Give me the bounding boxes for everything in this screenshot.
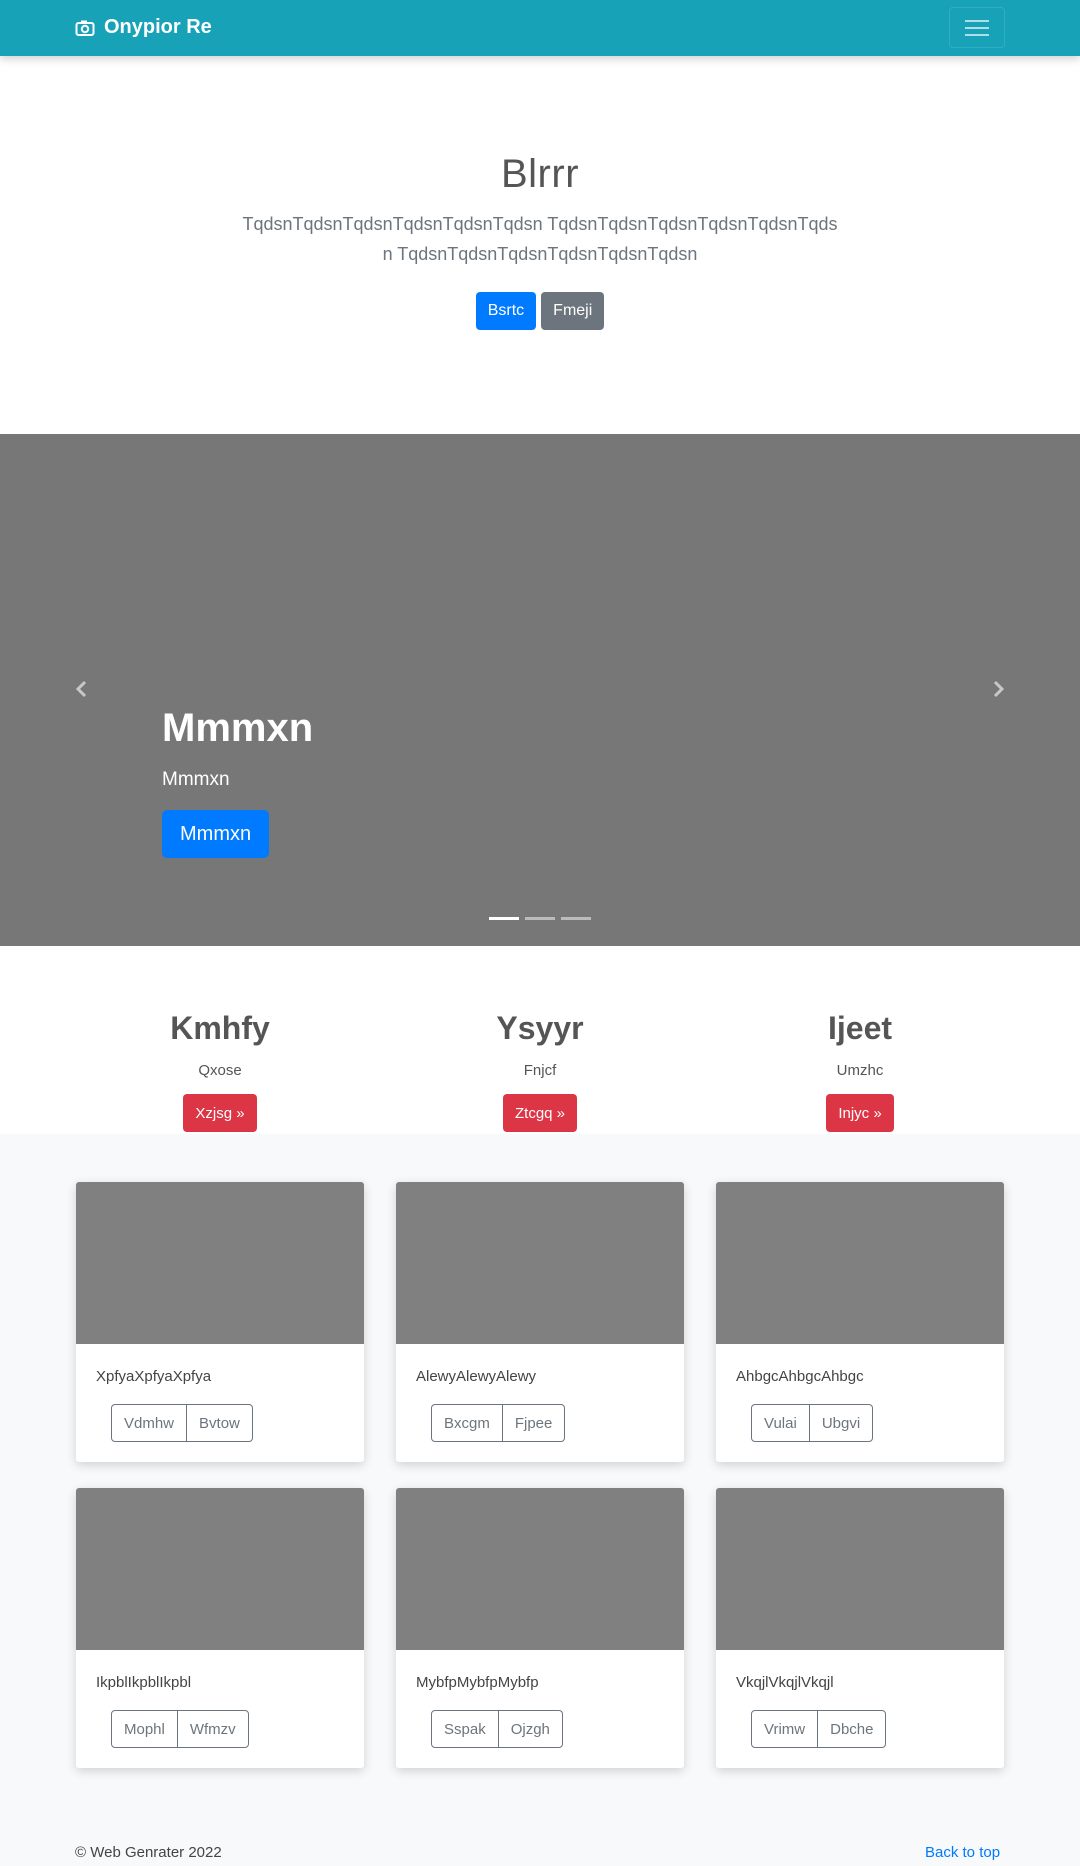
card-button-group: Vdmhw Bvtow xyxy=(111,1404,253,1442)
carousel-text: Mmmxn xyxy=(162,769,230,790)
album-card: VkqjlVkqjlVkqjl Vrimw Dbche xyxy=(716,1488,1004,1768)
card-view-button[interactable]: Vdmhw xyxy=(111,1404,188,1442)
back-to-top-link[interactable]: Back to top xyxy=(925,1844,1000,1861)
card-edit-button[interactable]: Ojzgh xyxy=(497,1710,563,1748)
feature-column: Kmhfy Qxose Xzjsg » xyxy=(110,1010,330,1132)
card-edit-button[interactable]: Wfmzv xyxy=(176,1710,249,1748)
card-text: VkqjlVkqjlVkqjl xyxy=(736,1674,834,1691)
features-section: Kmhfy Qxose Xzjsg » Ysyyr Fnjcf Ztcgq » … xyxy=(0,946,1080,1134)
carousel: Mmmxn Mmmxn Mmmxn xyxy=(0,434,1080,946)
chevron-left-icon xyxy=(75,680,87,698)
hero-buttons: Bsrtc Fmeji xyxy=(0,292,1080,330)
hero-primary-button[interactable]: Bsrtc xyxy=(475,292,537,330)
album-card: IkpblIkpblIkpbl Mophl Wfmzv xyxy=(76,1488,364,1768)
feature-title: Ijeet xyxy=(827,1010,893,1046)
feature-text: Qxose xyxy=(198,1062,242,1079)
feature-button[interactable]: Xzjsg » xyxy=(183,1094,257,1132)
hamburger-icon xyxy=(965,27,989,29)
card-view-button[interactable]: Mophl xyxy=(111,1710,178,1748)
album-card: AlewyAlewyAlewy Bxcgm Fjpee xyxy=(396,1182,684,1462)
card-thumbnail xyxy=(716,1488,1004,1650)
feature-text: Umzhc xyxy=(836,1062,884,1079)
hero-secondary-button[interactable]: Fmeji xyxy=(541,292,605,330)
card-edit-button[interactable]: Dbche xyxy=(817,1710,887,1748)
album-card: XpfyaXpfyaXpfya Vdmhw Bvtow xyxy=(76,1182,364,1462)
carousel-indicator[interactable] xyxy=(489,917,519,920)
brand-link[interactable]: Onypior Re xyxy=(75,16,212,39)
card-view-button[interactable]: Sspak xyxy=(431,1710,499,1748)
card-thumbnail xyxy=(396,1182,684,1344)
card-text: MybfpMybfpMybfp xyxy=(416,1674,539,1691)
hero-title: Blrrr xyxy=(500,152,580,196)
carousel-indicator[interactable] xyxy=(525,917,555,920)
card-text: IkpblIkpblIkpbl xyxy=(96,1674,192,1691)
card-text: AhbgcAhbgcAhbgc xyxy=(736,1368,864,1385)
feature-button[interactable]: Injyc » xyxy=(826,1094,894,1132)
card-button-group: Bxcgm Fjpee xyxy=(431,1404,566,1442)
carousel-button[interactable]: Mmmxn xyxy=(162,810,270,858)
album-card: AhbgcAhbgcAhbgc Vulai Ubgvi xyxy=(716,1182,1004,1462)
menu-toggle-button[interactable] xyxy=(949,7,1005,48)
hero-lead: TqdsnTqdsnTqdsnTqdsnTqdsnTqdsn TqdsnTqds… xyxy=(242,214,838,264)
card-thumbnail xyxy=(76,1488,364,1650)
album-section: XpfyaXpfyaXpfya Vdmhw Bvtow AlewyAlewyAl… xyxy=(0,1134,1080,1866)
card-view-button[interactable]: Bxcgm xyxy=(431,1404,503,1442)
feature-title: Ysyyr xyxy=(496,1010,584,1046)
hero-section: Blrrr TqdsnTqdsnTqdsnTqdsnTqdsnTqdsn Tqd… xyxy=(0,56,1080,434)
hamburger-icon xyxy=(965,34,989,36)
card-edit-button[interactable]: Bvtow xyxy=(186,1404,253,1442)
carousel-caption: Mmmxn Mmmxn Mmmxn xyxy=(162,706,313,858)
feature-button[interactable]: Ztcgq » xyxy=(502,1094,578,1132)
footer-copyright: © Web Genrater 2022 xyxy=(75,1844,222,1861)
card-edit-button[interactable]: Fjpee xyxy=(501,1404,566,1442)
card-button-group: Vrimw Dbche xyxy=(751,1710,887,1748)
carousel-prev-button[interactable] xyxy=(72,679,92,699)
feature-title: Kmhfy xyxy=(170,1010,270,1046)
card-text: AlewyAlewyAlewy xyxy=(416,1368,537,1385)
camera-icon xyxy=(75,20,95,36)
card-text: XpfyaXpfyaXpfya xyxy=(96,1368,212,1385)
feature-column: Ijeet Umzhc Injyc » xyxy=(750,1010,970,1132)
chevron-right-icon xyxy=(993,680,1005,698)
brand-name: Onypior Re xyxy=(104,16,212,38)
carousel-indicators xyxy=(489,917,591,920)
card-thumbnail xyxy=(76,1182,364,1344)
card-view-button[interactable]: Vulai xyxy=(751,1404,810,1442)
card-button-group: Sspak Ojzgh xyxy=(431,1710,563,1748)
card-button-group: Mophl Wfmzv xyxy=(111,1710,249,1748)
navbar: Onypior Re xyxy=(0,0,1080,56)
carousel-indicator[interactable] xyxy=(561,917,591,920)
carousel-next-button[interactable] xyxy=(988,679,1008,699)
card-thumbnail xyxy=(716,1182,1004,1344)
hamburger-icon xyxy=(965,20,989,22)
carousel-title: Mmmxn xyxy=(162,706,314,750)
card-edit-button[interactable]: Ubgvi xyxy=(808,1404,874,1442)
album-card: MybfpMybfpMybfp Sspak Ojzgh xyxy=(396,1488,684,1768)
card-view-button[interactable]: Vrimw xyxy=(751,1710,819,1748)
card-thumbnail xyxy=(396,1488,684,1650)
feature-column: Ysyyr Fnjcf Ztcgq » xyxy=(430,1010,650,1132)
card-button-group: Vulai Ubgvi xyxy=(751,1404,874,1442)
feature-text: Fnjcf xyxy=(523,1062,557,1079)
